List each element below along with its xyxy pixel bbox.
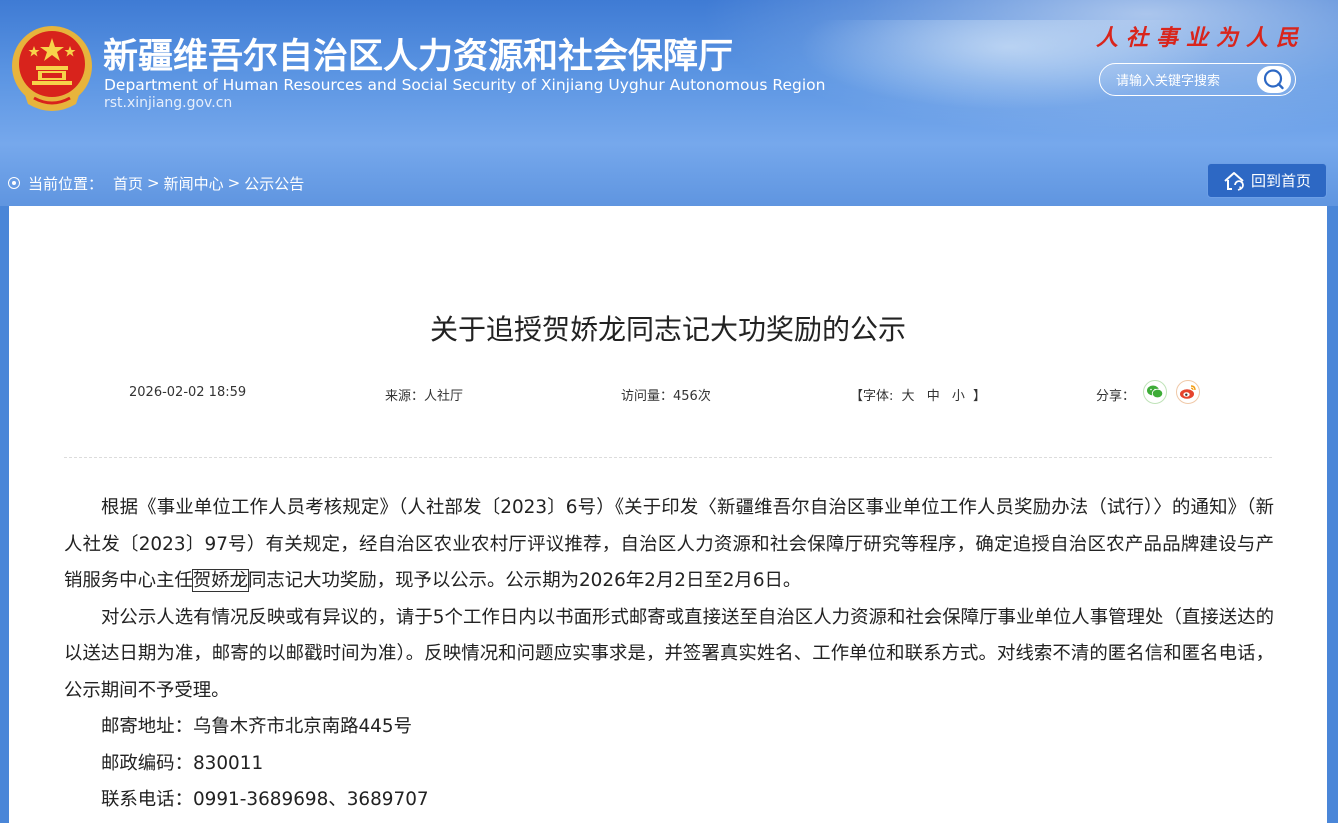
search-button[interactable]	[1257, 66, 1291, 93]
font-size-label: 【字体:	[850, 389, 894, 404]
paragraph-1-text-end: 同志记大功奖励，现予以公示。公示期为2026年2月2日至2月6日。	[247, 570, 802, 591]
breadcrumb-separator: >	[227, 174, 241, 192]
search-icon	[1263, 69, 1284, 90]
national-emblem-icon[interactable]	[10, 24, 94, 114]
breadcrumb-announcements[interactable]: 公示公告	[244, 173, 304, 194]
article-title: 关于追授贺娇龙同志记大功奖励的公示	[429, 313, 906, 346]
article-source: 来源：人社厅	[385, 389, 464, 404]
share-weibo-button[interactable]	[1176, 380, 1200, 404]
article-body: 根据《事业单位工作人员考核规定》（人社部发〔2023〕6号）《关于印发〈新疆维吾…	[64, 490, 1274, 819]
article-container: 关于追授贺娇龙同志记大功奖励的公示 2026-02-02 18:59 来源：人社…	[9, 206, 1327, 823]
back-home-button[interactable]: 回到首页	[1207, 163, 1327, 198]
site-title-english: Department of Human Resources and Social…	[104, 76, 826, 94]
article-paragraph-1: 根据《事业单位工作人员考核规定》（人社部发〔2023〕6号）《关于印发〈新疆维吾…	[64, 490, 1274, 600]
location-icon	[8, 177, 20, 189]
meta-divider	[64, 457, 1272, 458]
font-size-selector: 【字体: 大 中 小 】	[850, 385, 986, 404]
site-url: rst.xinjiang.gov.cn	[104, 95, 233, 111]
slogan: 人社事业为人民	[1096, 25, 1307, 51]
share-label: 分享：	[1096, 389, 1136, 404]
search-box	[1099, 63, 1296, 96]
wechat-icon	[1147, 385, 1164, 399]
site-title-chinese[interactable]: 新疆维吾尔自治区人力资源和社会保障厅	[103, 28, 733, 79]
mailing-address: 邮寄地址：乌鲁木齐市北京南路445号	[101, 716, 412, 737]
font-size-large[interactable]: 大	[902, 389, 915, 404]
search-input[interactable]	[1114, 70, 1248, 92]
back-home-label: 回到首页	[1250, 172, 1311, 190]
breadcrumb-separator: >	[147, 174, 160, 192]
breadcrumb: 当前位置： 首页 > 新闻中心 > 公示公告	[8, 172, 304, 194]
font-size-medium[interactable]: 中	[927, 389, 940, 404]
postal-code: 邮政编码：830011	[101, 752, 264, 774]
site-header: 新疆维吾尔自治区人力资源和社会保障厅 Department of Human R…	[0, 0, 1338, 206]
font-size-small[interactable]: 小	[952, 389, 965, 404]
weibo-icon	[1180, 385, 1196, 399]
publish-date: 2026-02-02 18:59	[129, 385, 247, 400]
visit-count: 访问量：456次	[621, 389, 711, 404]
breadcrumb-home[interactable]: 首页	[113, 173, 143, 194]
font-size-close: 】	[973, 389, 987, 404]
article-paragraph-2: 对公示人选有情况反映或有异议的，请于5个工作日内以书面形式邮寄或直接送至自治区人…	[64, 606, 1274, 701]
breadcrumb-news-center[interactable]: 新闻中心	[164, 173, 224, 194]
home-icon	[1224, 171, 1244, 191]
breadcrumb-label: 当前位置：	[28, 174, 104, 193]
highlighted-name: 贺娇龙	[191, 569, 249, 592]
share-wechat-button[interactable]	[1143, 380, 1167, 404]
contact-phone: 联系电话：0991-3689698、3689707	[101, 789, 429, 810]
